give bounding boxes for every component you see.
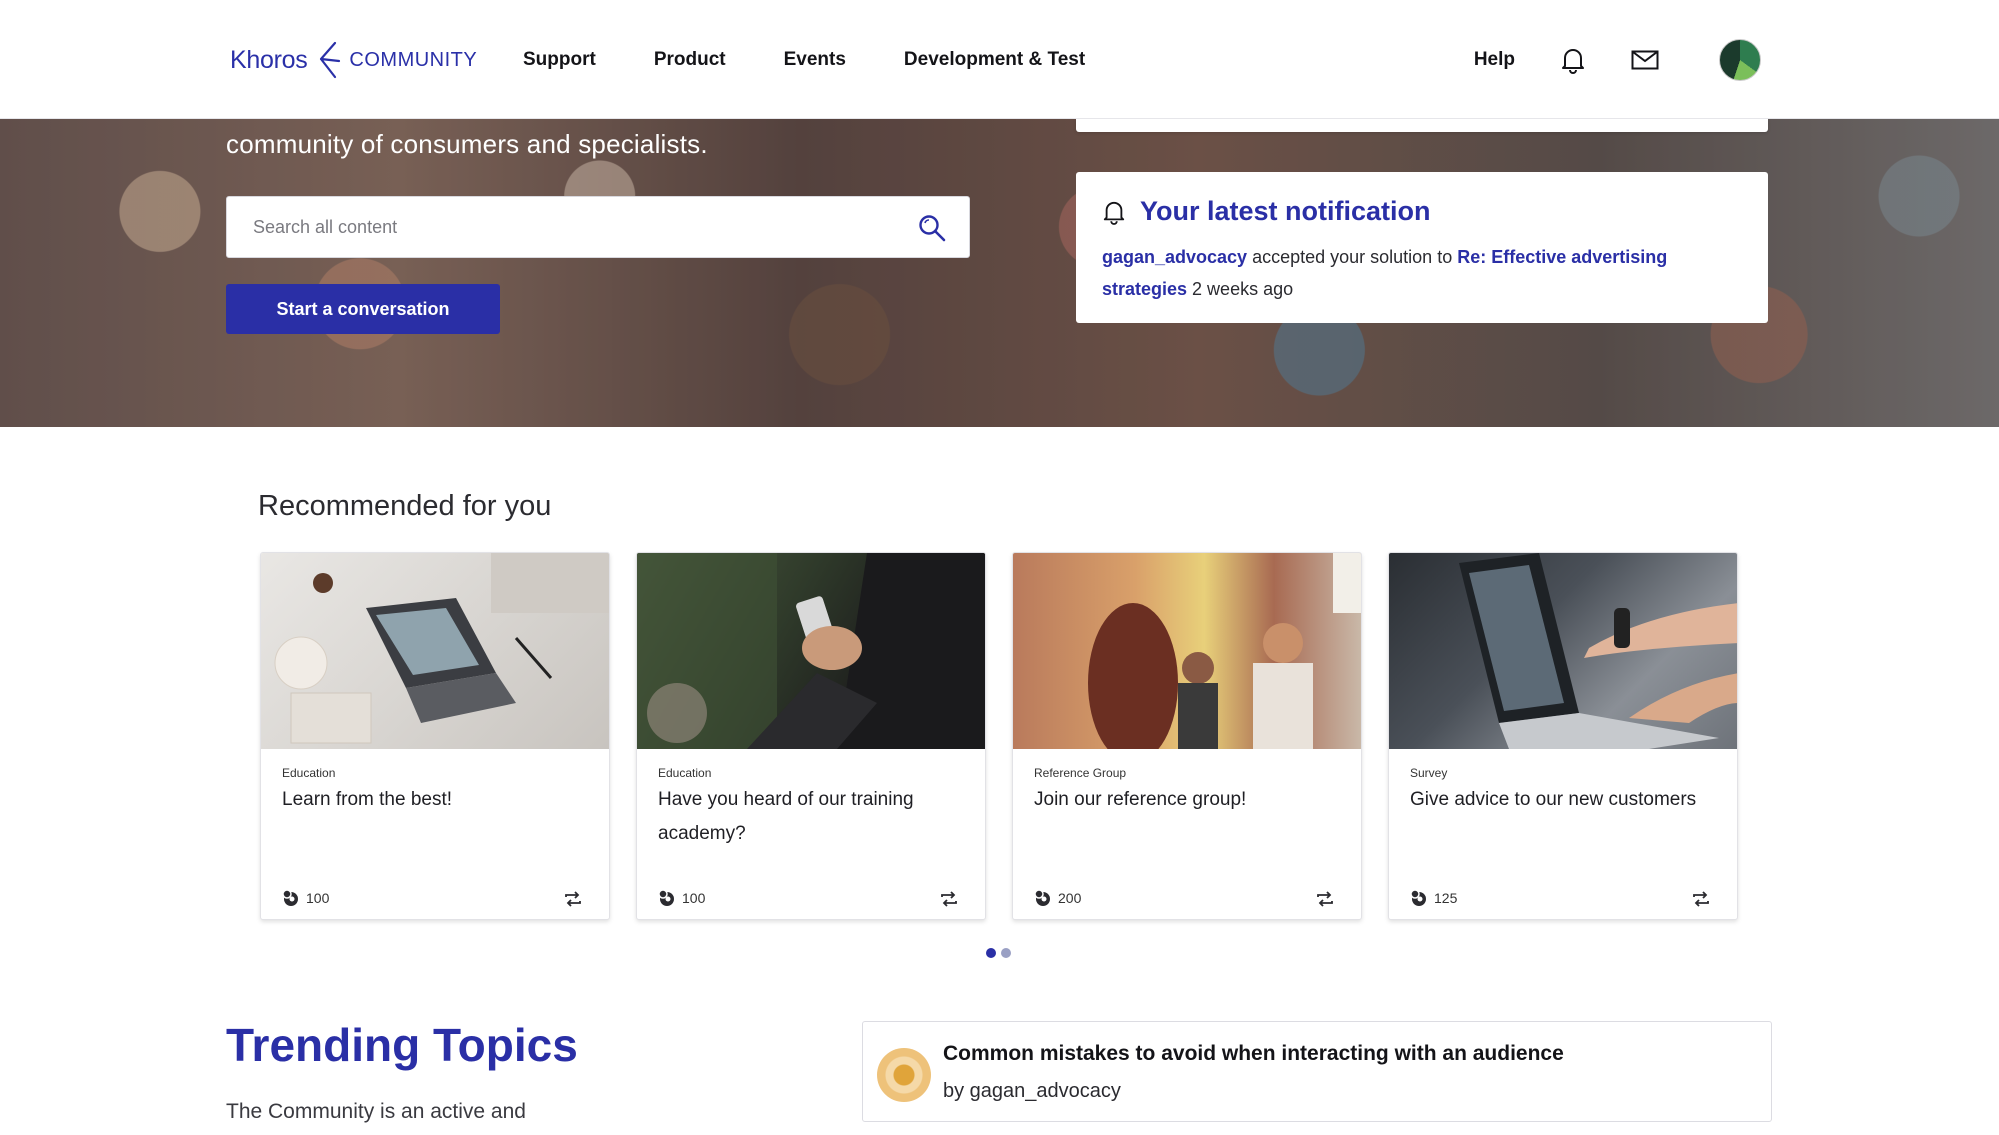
- card-points: 100: [282, 889, 329, 907]
- logo-mark-icon: [320, 41, 341, 79]
- user-nav: Help: [1474, 0, 1761, 119]
- card-image: [1013, 553, 1361, 749]
- nav-events[interactable]: Events: [784, 49, 846, 71]
- card-image: [261, 553, 609, 749]
- recommended-card[interactable]: Education Have you heard of our training…: [636, 552, 986, 920]
- card-title[interactable]: Join our reference group!: [1034, 783, 1334, 817]
- trending-topic-card[interactable]: Common mistakes to avoid when interactin…: [862, 1021, 1772, 1122]
- points-icon: [1034, 889, 1050, 906]
- hero-banner: community of consumers and specialists. …: [0, 119, 1999, 427]
- card-image: [637, 553, 985, 749]
- card-points-value: 100: [682, 890, 706, 906]
- points-icon: [282, 889, 298, 906]
- card-points: 200: [1034, 889, 1081, 907]
- carousel-dot-2[interactable]: [1001, 948, 1011, 958]
- search-box: [226, 196, 970, 258]
- notification-header: Your latest notification: [1102, 196, 1742, 227]
- recommended-title: Recommended for you: [258, 490, 552, 522]
- logo-brand: Khoros: [230, 45, 308, 74]
- trending-title: Trending Topics: [226, 1019, 578, 1071]
- card-image: [1389, 553, 1737, 749]
- bell-icon: [1103, 201, 1125, 225]
- logo-community: COMMUNITY: [349, 48, 478, 71]
- card-category: Education: [658, 766, 712, 780]
- notification-user-link[interactable]: gagan_advocacy: [1102, 247, 1247, 267]
- recommended-card[interactable]: Survey Give advice to our new customers …: [1388, 552, 1738, 920]
- card-title[interactable]: Give advice to our new customers: [1410, 783, 1710, 817]
- khoros-community-logo[interactable]: Khoros COMMUNITY: [230, 36, 477, 84]
- notification-body: gagan_advocacy accepted your solution to…: [1102, 241, 1742, 305]
- nav-support[interactable]: Support: [523, 49, 596, 71]
- card-title[interactable]: Learn from the best!: [282, 783, 582, 817]
- help-link[interactable]: Help: [1474, 49, 1515, 71]
- search-icon[interactable]: [917, 213, 947, 243]
- notification-time: 2 weeks ago: [1187, 279, 1294, 299]
- search-input[interactable]: [253, 197, 893, 257]
- nav-product[interactable]: Product: [654, 49, 726, 71]
- latest-notification-card: Your latest notification gagan_advocacy …: [1076, 172, 1768, 323]
- previous-card-edge: [1076, 119, 1768, 132]
- card-category: Survey: [1410, 766, 1448, 780]
- carousel-dot-1[interactable]: [986, 948, 996, 958]
- site-header: Khoros COMMUNITY Support Product Events …: [0, 0, 1999, 119]
- user-avatar[interactable]: [1719, 38, 1761, 81]
- repost-icon[interactable]: [1315, 889, 1335, 909]
- recommended-card[interactable]: Reference Group Join our reference group…: [1012, 552, 1362, 920]
- recommended-carousel: Education Learn from the best! 100 Educa…: [260, 552, 1738, 920]
- hero-tagline: community of consumers and specialists.: [226, 129, 708, 159]
- repost-icon[interactable]: [939, 889, 959, 909]
- card-points-value: 200: [1058, 890, 1082, 906]
- bell-icon[interactable]: [1555, 42, 1591, 78]
- start-conversation-button[interactable]: Start a conversation: [226, 284, 500, 334]
- recommended-card[interactable]: Education Learn from the best! 100: [260, 552, 610, 920]
- card-category: Education: [282, 766, 336, 780]
- repost-icon[interactable]: [1691, 889, 1711, 909]
- main-nav: Support Product Events Development & Tes…: [523, 0, 1085, 119]
- trending-description: The Community is an active and: [226, 1100, 526, 1123]
- notification-title: Your latest notification: [1140, 196, 1431, 226]
- topic-author-avatar: [877, 1048, 931, 1102]
- points-icon: [1410, 889, 1426, 906]
- card-points: 100: [658, 889, 705, 907]
- points-icon: [658, 889, 674, 906]
- mail-icon[interactable]: [1627, 42, 1663, 78]
- nav-development-test[interactable]: Development & Test: [904, 49, 1085, 71]
- notification-action: accepted your solution to: [1247, 247, 1458, 267]
- card-title[interactable]: Have you heard of our training academy?: [658, 783, 958, 851]
- repost-icon[interactable]: [563, 889, 583, 909]
- card-points-value: 125: [1434, 890, 1458, 906]
- topic-author: by gagan_advocacy: [943, 1080, 1121, 1102]
- card-category: Reference Group: [1034, 766, 1127, 780]
- topic-title[interactable]: Common mistakes to avoid when interactin…: [943, 1042, 1564, 1066]
- card-points-value: 100: [306, 890, 330, 906]
- carousel-pagination: [986, 948, 1011, 958]
- card-points: 125: [1410, 889, 1457, 907]
